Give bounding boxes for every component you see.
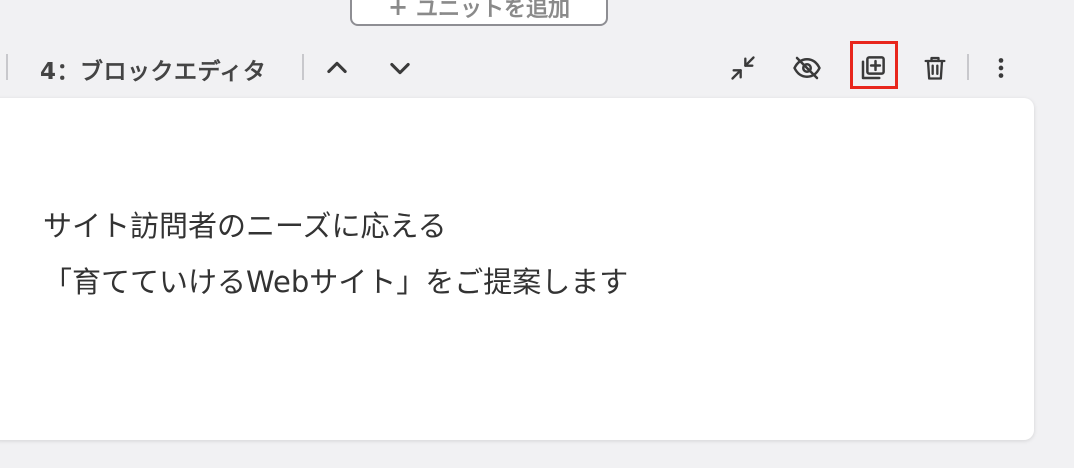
toolbar-divider	[967, 54, 969, 80]
chevron-down-icon	[390, 62, 410, 75]
toolbar-divider	[6, 54, 8, 80]
delete-button[interactable]	[915, 48, 955, 88]
collapse-button[interactable]	[723, 48, 763, 88]
more-menu-button[interactable]	[981, 48, 1021, 88]
add-unit-button[interactable]: + ユニットを追加	[350, 0, 608, 26]
block-text[interactable]: サイト訪問者のニーズに応える 「育てていけるWebサイト」をご提案します	[43, 198, 628, 310]
move-down-button[interactable]	[380, 48, 420, 88]
block-editor-card[interactable]: サイト訪問者のニーズに応える 「育てていけるWebサイト」をご提案します	[0, 98, 1034, 440]
duplicate-button[interactable]	[853, 48, 893, 88]
toolbar-divider	[302, 54, 304, 80]
plus-icon: +	[387, 0, 409, 21]
hide-button[interactable]	[787, 48, 827, 88]
unit-title: 4：ブロックエディタ	[40, 59, 267, 85]
eye-off-icon	[793, 56, 821, 80]
move-up-button[interactable]	[317, 48, 357, 88]
collapse-icon	[731, 56, 755, 80]
text-line: サイト訪問者のニーズに応える	[43, 209, 447, 243]
text-line: 「育てていけるWebサイト」をご提案します	[43, 265, 629, 299]
chevron-up-icon	[327, 61, 347, 74]
unit-toolbar: 4：ブロックエディタ	[0, 44, 1074, 88]
more-vertical-icon	[998, 58, 1004, 78]
add-unit-label: ユニットを追加	[416, 0, 571, 22]
duplicate-icon	[861, 56, 885, 80]
trash-icon	[924, 56, 946, 80]
